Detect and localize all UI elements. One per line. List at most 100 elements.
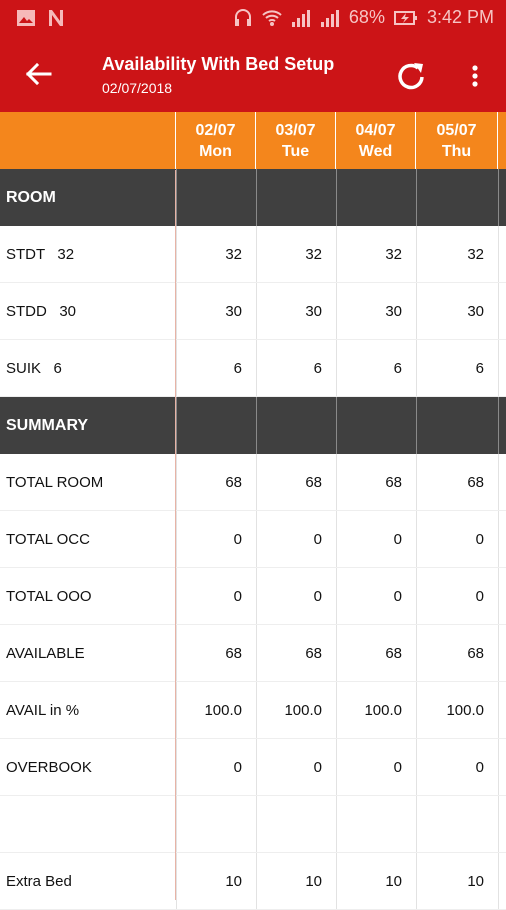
table-cell: 0: [176, 739, 256, 795]
clock: 3:42 PM: [426, 7, 494, 27]
section-cell: [256, 397, 336, 454]
table-row[interactable]: STDT 32 32 32 32 32: [0, 226, 506, 283]
table-cell: 68: [416, 454, 498, 510]
table-cell: 0: [416, 739, 498, 795]
table-cell: 68: [416, 625, 498, 681]
row-label: SUIK 6: [6, 360, 62, 377]
section-cell: [336, 397, 416, 454]
column-date: 02/07: [195, 122, 236, 139]
back-button[interactable]: [18, 56, 58, 92]
blank-row: [0, 796, 506, 853]
row-label: [0, 796, 176, 852]
table-cell: 30: [336, 283, 416, 339]
table-cell: 0: [176, 568, 256, 624]
row-label: Extra Bed: [6, 873, 72, 890]
column-day: Mon: [199, 143, 232, 160]
table-cell: 0: [256, 511, 336, 567]
row-label: TOTAL ROOM: [6, 474, 104, 491]
table-cell: 0: [256, 739, 336, 795]
table-row[interactable]: TOTAL OCC 0 0 0 0: [0, 511, 506, 568]
table-cell: [256, 796, 336, 852]
header-corner: [0, 112, 176, 169]
table-row[interactable]: AVAILABLE 68 68 68 68: [0, 625, 506, 682]
section-cell: [416, 397, 498, 454]
table-cell-edge: [498, 853, 506, 909]
table-cell: 10: [256, 853, 336, 909]
table-cell: 6: [416, 340, 498, 396]
section-cell: [336, 169, 416, 226]
status-bar: 68% 3:42 PM: [0, 0, 506, 36]
table-cell: 68: [176, 625, 256, 681]
section-title: SUMMARY: [6, 417, 89, 434]
table-cell-edge: [498, 226, 506, 282]
column-day: Wed: [358, 143, 393, 160]
table-cell: 0: [416, 568, 498, 624]
refresh-icon: [398, 63, 424, 90]
table-row[interactable]: SUIK 6 6 6 6 6: [0, 340, 506, 397]
row-label: TOTAL OOO: [6, 588, 92, 605]
signal-icon: [291, 9, 310, 27]
row-label: STDT 32: [6, 246, 75, 263]
table-cell: 100.0: [336, 682, 416, 738]
section-cell: [256, 169, 336, 226]
table-cell: 0: [336, 511, 416, 567]
table-row[interactable]: OVERBOOK 0 0 0 0: [0, 739, 506, 796]
table-cell: 0: [336, 739, 416, 795]
date-column-header[interactable]: 04/07 Wed: [336, 112, 416, 169]
frozen-column-divider: [175, 170, 176, 900]
section-cell: [416, 169, 498, 226]
table-cell-edge: [498, 283, 506, 339]
table-cell: [336, 796, 416, 852]
more-options-button[interactable]: [460, 56, 490, 96]
column-day: Tue: [281, 143, 310, 160]
table-row[interactable]: TOTAL ROOM 68 68 68 68: [0, 454, 506, 511]
page-date: 02/07/2018: [102, 80, 173, 96]
battery-percent: 68%: [348, 7, 385, 27]
row-label: AVAILABLE: [6, 645, 85, 662]
section-header-room: ROOM: [0, 169, 506, 226]
column-day: Thu: [441, 143, 472, 160]
headphones-icon: [234, 8, 251, 26]
table-cell: 32: [416, 226, 498, 282]
table-cell-edge: [498, 454, 506, 510]
page-title: Availability With Bed Setup: [102, 54, 335, 74]
row-label: TOTAL OCC: [6, 531, 90, 548]
section-header-summary: SUMMARY: [0, 397, 506, 454]
table-cell: [176, 796, 256, 852]
wifi-icon: [262, 9, 282, 26]
notification-n-icon: [49, 10, 63, 26]
table-cell: 6: [176, 340, 256, 396]
refresh-button[interactable]: [392, 56, 432, 96]
table-cell-edge: [498, 625, 506, 681]
app-bar: Availability With Bed Setup 02/07/2018: [0, 36, 506, 112]
table-cell: 30: [256, 283, 336, 339]
arrow-back-icon: [25, 62, 52, 86]
table-row[interactable]: STDD 30 30 30 30 30: [0, 283, 506, 340]
date-column-header[interactable]: 02/07 Mon: [176, 112, 256, 169]
row-label: OVERBOOK: [6, 759, 92, 776]
table-cell-edge: [498, 682, 506, 738]
date-header-row: 02/07 Mon 03/07 Tue 04/07 Wed 05/07 Thu: [0, 112, 506, 169]
table-row[interactable]: AVAIL in % 100.0 100.0 100.0 100.0: [0, 682, 506, 739]
table-cell: 0: [256, 568, 336, 624]
table-cell: 10: [416, 853, 498, 909]
table-cell-edge: [498, 796, 506, 852]
table-cell: 32: [256, 226, 336, 282]
section-cell: [498, 397, 506, 454]
section-title: ROOM: [6, 189, 56, 206]
table-cell: 100.0: [416, 682, 498, 738]
date-column-header[interactable]: 05/07 Thu: [416, 112, 498, 169]
table-row[interactable]: Extra Bed 10 10 10 10: [0, 853, 506, 910]
image-icon: [17, 10, 35, 26]
battery-charging-icon: [393, 10, 417, 25]
date-column-header[interactable]: 03/07 Tue: [256, 112, 336, 169]
table-row[interactable]: TOTAL OOO 0 0 0 0: [0, 568, 506, 625]
table-cell: 0: [176, 511, 256, 567]
row-label: STDD 30: [6, 303, 77, 320]
table-cell: 68: [336, 454, 416, 510]
table-cell: 0: [416, 511, 498, 567]
table-cell: 68: [256, 454, 336, 510]
column-date: 03/07: [275, 122, 316, 139]
section-cell: [176, 169, 256, 226]
table-cell-edge: [498, 739, 506, 795]
